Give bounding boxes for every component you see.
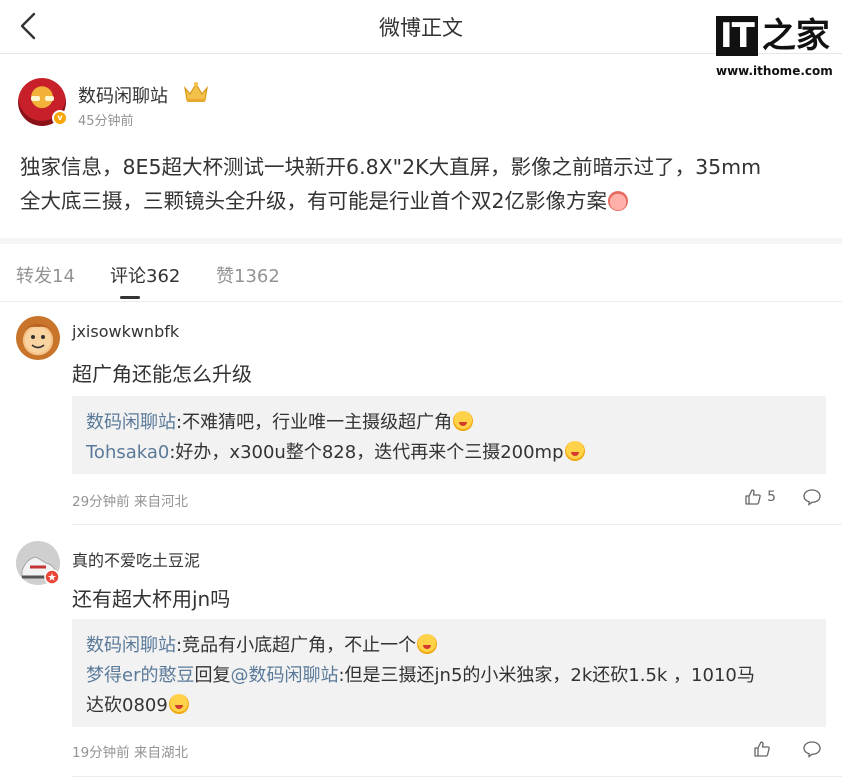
post-time: 45分钟前 xyxy=(78,114,134,129)
post-body: 独家信息，8E5超大杯测试一块新开6.8X"2K大直屏，影像之前暗示过了，35m… xyxy=(20,150,830,218)
like-button[interactable]: 5 xyxy=(744,488,776,506)
comment-text: 还有超大杯用jn吗 xyxy=(72,587,231,611)
author-name[interactable]: 数码闲聊站 xyxy=(78,82,168,108)
comment-item: 真的不爱吃土豆泥 还有超大杯用jn吗 数码闲聊站:竞品有小底超广角，不止一个 梦… xyxy=(0,525,842,779)
comment-username[interactable]: jxisowkwnbfk xyxy=(72,322,179,341)
reply-item-continued: 达砍0809 xyxy=(86,691,812,721)
like-count: 5 xyxy=(767,489,776,505)
reply-box[interactable]: 数码闲聊站:不难猜吧，行业唯一主摄级超广角 Tohsaka0:好办，x300u整… xyxy=(72,396,826,474)
comment-bubble-icon[interactable] xyxy=(802,488,822,506)
reply-username[interactable]: 数码闲聊站 xyxy=(86,412,176,433)
comment-bubble-icon[interactable] xyxy=(802,740,822,758)
monkey-avatar-icon xyxy=(24,324,52,353)
tab-likes[interactable]: 赞1362 xyxy=(216,262,280,288)
comment-actions xyxy=(753,738,822,760)
post-line-1: 独家信息，8E5超大杯测试一块新开6.8X"2K大直屏，影像之前暗示过了，35m… xyxy=(20,155,762,179)
comment-username[interactable]: 真的不爱吃土豆泥 xyxy=(72,547,200,571)
grin-emoji-icon xyxy=(608,191,629,211)
reply-item: Tohsaka0:好办，x300u整个828，迭代再来个三摄200mp xyxy=(86,438,812,468)
comment-meta: 29分钟前 来自河北 xyxy=(72,494,188,510)
comment-meta: 19分钟前 来自湖北 xyxy=(72,745,188,761)
post-author: v 数码闲聊站 45分钟前 xyxy=(18,74,618,130)
crown-icon xyxy=(184,82,208,102)
comment-avatar[interactable] xyxy=(16,316,60,360)
thumbs-up-icon xyxy=(745,489,761,505)
ithome-logo: IT 之家 xyxy=(716,14,830,58)
tab-comments[interactable]: 评论362 xyxy=(110,262,180,288)
post-line-2: 全大底三摄，三颗镜头全升级，有可能是行业首个双2亿影像方案 xyxy=(20,184,830,218)
verified-badge-icon: v xyxy=(52,110,68,126)
reply-item: 梦得er的憨豆回复@数码闲聊站:但是三摄还jn5的小米独家，2k还砍1.5k ，… xyxy=(86,665,755,686)
tongue-emoji-icon xyxy=(453,411,474,431)
comment-item: jxisowkwnbfk 超广角还能怎么升级 数码闲聊站:不难猜吧，行业唯一主摄… xyxy=(0,302,842,524)
comment-actions: 5 xyxy=(744,486,822,508)
post-tabs: 转发14 评论362 赞1362 xyxy=(0,244,842,302)
like-button[interactable] xyxy=(753,740,776,758)
reply-item: 数码闲聊站:竞品有小底超广角，不止一个 xyxy=(86,631,812,661)
active-tab-indicator xyxy=(120,296,140,299)
tongue-emoji-icon xyxy=(417,634,438,654)
thumbs-up-icon xyxy=(754,741,770,757)
reply-box[interactable]: 数码闲聊站:竞品有小底超广角，不止一个 梦得er的憨豆回复@数码闲聊站:但是三摄… xyxy=(72,619,826,727)
mention-link[interactable]: @数码闲聊站 xyxy=(230,665,338,686)
tab-reposts[interactable]: 转发14 xyxy=(16,262,75,288)
member-badge-icon xyxy=(44,569,60,585)
comment-text: 超广角还能怎么升级 xyxy=(72,362,252,386)
laugh-emoji-icon xyxy=(564,441,585,461)
ithome-watermark: IT 之家 www.ithome.com xyxy=(712,14,833,86)
laugh-tears-emoji-icon xyxy=(168,694,189,714)
reply-username[interactable]: Tohsaka0 xyxy=(86,442,169,463)
reply-username[interactable]: 梦得er的憨豆 xyxy=(86,665,194,686)
comment-separator xyxy=(72,776,842,777)
reply-username[interactable]: 数码闲聊站 xyxy=(86,635,176,656)
watermark-url: www.ithome.com xyxy=(716,64,833,78)
reply-item: 数码闲聊站:不难猜吧，行业唯一主摄级超广角 xyxy=(86,408,812,438)
